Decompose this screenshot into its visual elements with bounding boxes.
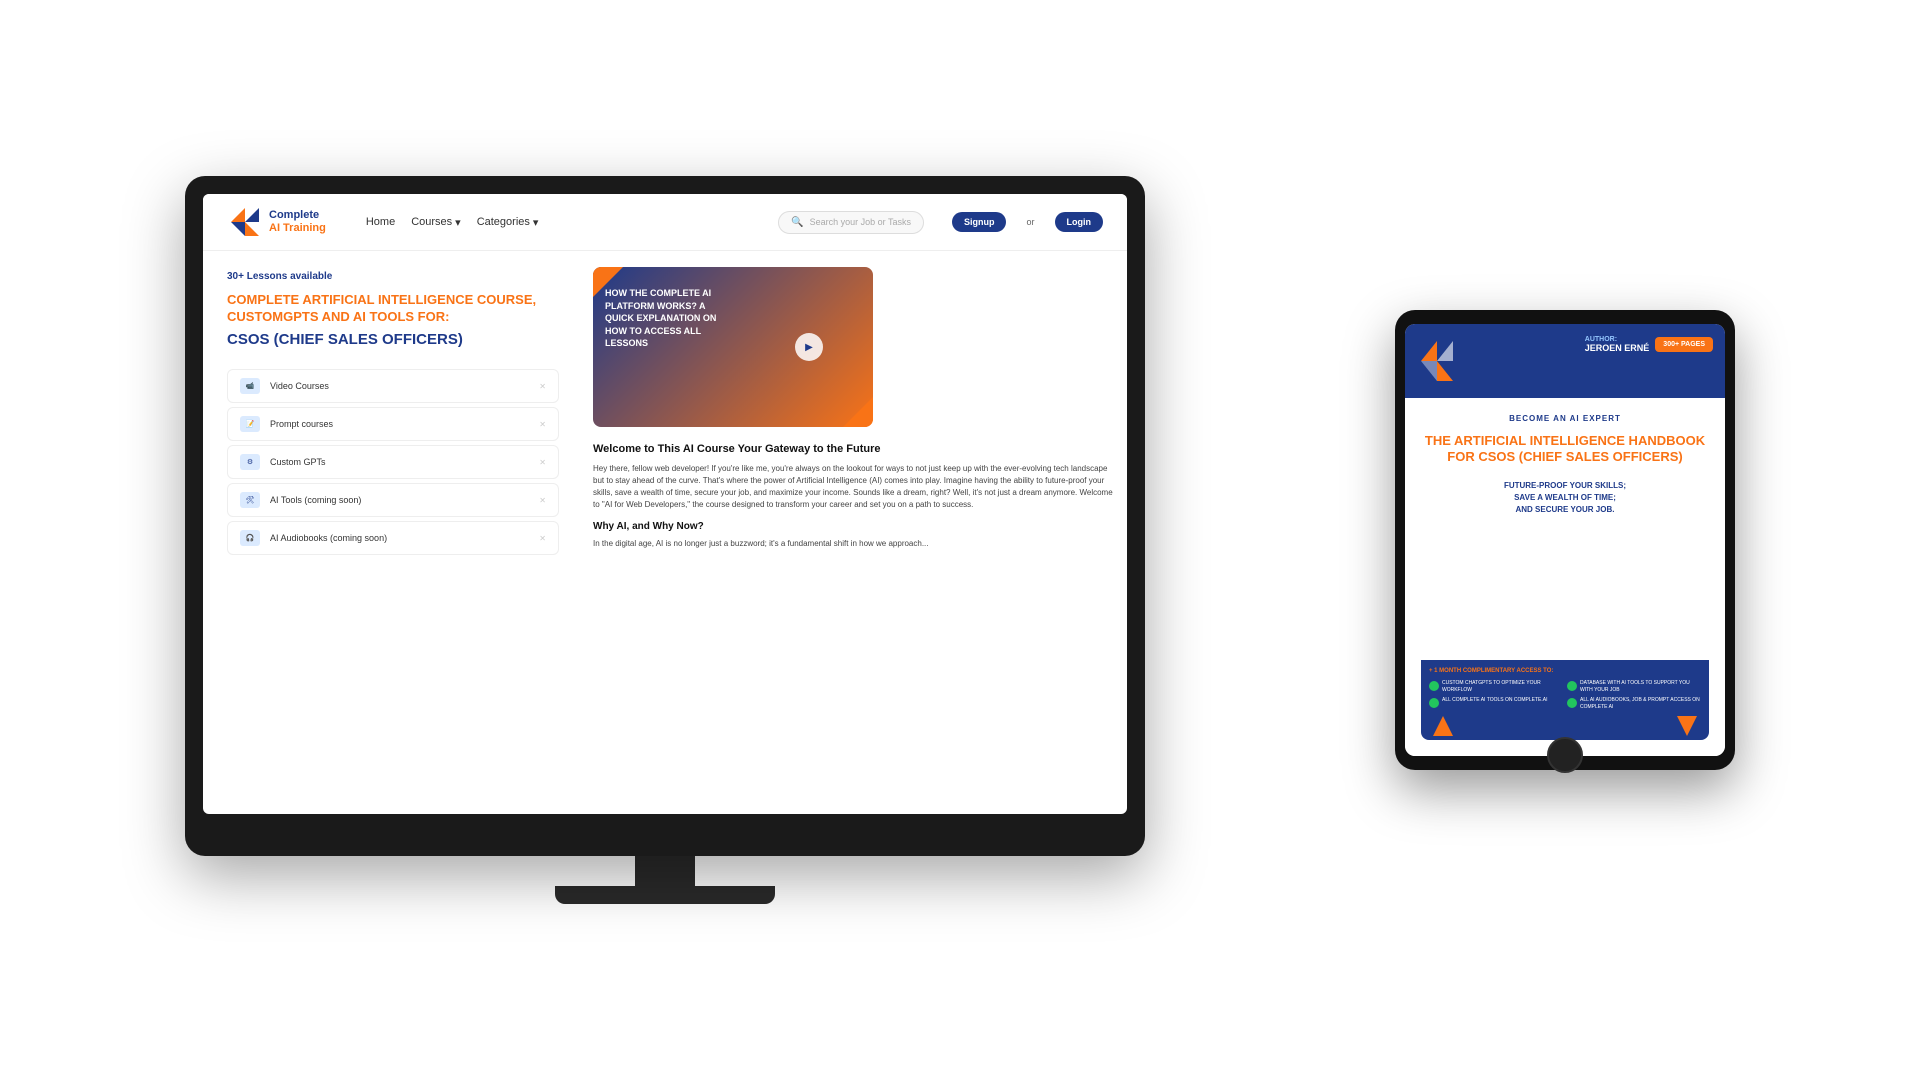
left-panel: 30+ Lessons available COMPLETE ARTIFICIA… xyxy=(203,251,583,814)
login-button[interactable]: Login xyxy=(1055,212,1104,232)
video-overlay-text: HOW THE COMPLETE AI PLATFORM WORKS? A QU… xyxy=(605,287,725,350)
sidebar-item-prompt-courses[interactable]: 📝 Prompt courses ✕ xyxy=(227,407,559,441)
content-heading: Welcome to This AI Course Your Gateway t… xyxy=(593,443,1117,455)
or-label: or xyxy=(1026,217,1034,227)
logo-text: Complete AI Training xyxy=(269,209,326,235)
close-icon-4[interactable]: ✕ xyxy=(539,496,546,505)
tablet-logo-icon xyxy=(1417,336,1457,386)
monitor-wrapper: Complete AI Training Home Courses ▾ Cate… xyxy=(185,176,1145,904)
search-icon: 🔍 xyxy=(791,217,803,228)
close-icon-5[interactable]: ✕ xyxy=(539,534,546,543)
content-paragraph-1: Hey there, fellow web developer! If you'… xyxy=(593,463,1117,511)
lessons-badge: 30+ Lessons available xyxy=(227,271,559,282)
tablet-screen: AUTHOR: JEROEN ERNÉ 300+ PAGES BECOME AN… xyxy=(1405,324,1725,756)
sidebar-item-label: AI Tools (coming soon) xyxy=(270,495,361,505)
tablet-main-title: THE ARTIFICIAL INTELLIGENCE HANDBOOK FOR… xyxy=(1421,433,1709,466)
ai-tools-icon: 🛠 xyxy=(240,492,260,508)
close-icon-3[interactable]: ✕ xyxy=(539,458,546,467)
pages-badge: 300+ PAGES xyxy=(1655,337,1713,352)
chevron-down-icon-2: ▾ xyxy=(533,216,539,229)
site-nav: Complete AI Training Home Courses ▾ Cate… xyxy=(203,194,1127,251)
feature-3: ALL COMPLETE AI TOOLS ON COMPLETE.AI xyxy=(1442,697,1548,704)
logo-line1: Complete xyxy=(269,209,326,222)
author-label: AUTHOR: xyxy=(1585,336,1650,343)
nav-courses-label: Courses xyxy=(411,216,452,228)
nav-categories[interactable]: Categories ▾ xyxy=(477,216,539,229)
author-name: JEROEN ERNÉ xyxy=(1585,343,1650,353)
hero-title-blue: CSOS (CHIEF SALES OFFICERS) xyxy=(227,330,559,350)
deco-br xyxy=(843,397,873,427)
sidebar-items: 📹 Video Courses ✕ 📝 Prompt courses ✕ ⚙ xyxy=(227,369,559,555)
deco-triangle-left xyxy=(1433,716,1453,736)
sidebar-item-custom-gpts[interactable]: ⚙ Custom GPTs ✕ xyxy=(227,445,559,479)
hero-title-orange: COMPLETE ARTIFICIAL INTELLIGENCE COURSE,… xyxy=(227,292,559,326)
sidebar-item-label: Prompt courses xyxy=(270,419,333,429)
nav-links: Home Courses ▾ Categories ▾ xyxy=(366,216,539,229)
content-subheading: Why AI, and Why Now? xyxy=(593,521,1117,532)
close-icon-2[interactable]: ✕ xyxy=(539,420,546,429)
video-thumbnail[interactable]: HOW THE COMPLETE AI PLATFORM WORKS? A QU… xyxy=(593,267,873,427)
tablet-wrapper: AUTHOR: JEROEN ERNÉ 300+ PAGES BECOME AN… xyxy=(1395,310,1735,770)
sidebar-item-label: AI Audiobooks (coming soon) xyxy=(270,533,387,543)
feature-2: DATABASE WITH AI TOOLS TO SUPPORT YOU WI… xyxy=(1580,680,1701,693)
content-paragraph-2: In the digital age, AI is no longer just… xyxy=(593,538,1117,550)
close-icon[interactable]: ✕ xyxy=(539,382,546,391)
monitor-screen: Complete AI Training Home Courses ▾ Cate… xyxy=(203,194,1127,814)
monitor-base xyxy=(555,886,775,904)
tablet-content: BECOME AN AI EXPERT THE ARTIFICIAL INTEL… xyxy=(1405,398,1725,756)
sidebar-item-video-courses[interactable]: 📹 Video Courses ✕ xyxy=(227,369,559,403)
logo-icon xyxy=(227,204,263,240)
feature-1: CUSTOM CHATGPTS TO OPTIMIZE YOUR WORKFLO… xyxy=(1442,680,1563,693)
scene: Complete AI Training Home Courses ▾ Cate… xyxy=(0,0,1920,1080)
tablet: AUTHOR: JEROEN ERNÉ 300+ PAGES BECOME AN… xyxy=(1395,310,1735,770)
site-main: 30+ Lessons available COMPLETE ARTIFICIA… xyxy=(203,251,1127,814)
logo-area: Complete AI Training xyxy=(227,204,326,240)
sidebar-item-audiobooks[interactable]: 🎧 AI Audiobooks (coming soon) ✕ xyxy=(227,521,559,555)
signup-button[interactable]: Signup xyxy=(952,212,1007,232)
become-expert-label: BECOME AN AI EXPERT xyxy=(1509,414,1621,423)
chevron-down-icon: ▾ xyxy=(455,216,461,229)
access-label: + 1 MONTH COMPLIMENTARY ACCESS TO: xyxy=(1429,668,1701,674)
right-panel: HOW THE COMPLETE AI PLATFORM WORKS? A QU… xyxy=(583,251,1127,814)
sidebar-item-label: Video Courses xyxy=(270,381,329,391)
monitor: Complete AI Training Home Courses ▾ Cate… xyxy=(185,176,1145,856)
prompt-courses-icon: 📝 xyxy=(240,416,260,432)
play-button[interactable]: ▶ xyxy=(795,333,823,361)
audiobooks-icon: 🎧 xyxy=(240,530,260,546)
search-placeholder-text: Search your Job or Tasks xyxy=(810,217,911,227)
tablet-home-button[interactable] xyxy=(1547,737,1583,773)
sidebar-item-ai-tools[interactable]: 🛠 AI Tools (coming soon) ✕ xyxy=(227,483,559,517)
content-text: Welcome to This AI Course Your Gateway t… xyxy=(583,443,1127,570)
sidebar-item-label: Custom GPTs xyxy=(270,457,326,467)
video-courses-icon: 📹 xyxy=(240,378,260,394)
deco-triangle-right xyxy=(1677,716,1697,736)
feature-4: ALL AI AUDIOBOOKS, JOB & PROMPT ACCESS O… xyxy=(1580,697,1701,710)
tablet-header: AUTHOR: JEROEN ERNÉ 300+ PAGES xyxy=(1405,324,1725,398)
nav-search-bar[interactable]: 🔍 Search your Job or Tasks xyxy=(778,211,924,234)
nav-home[interactable]: Home xyxy=(366,216,395,228)
logo-line2: AI Training xyxy=(269,222,326,234)
nav-categories-label: Categories xyxy=(477,216,530,228)
monitor-neck xyxy=(635,856,695,886)
tablet-subtitle: FUTURE-PROOF YOUR SKILLS; SAVE A WEALTH … xyxy=(1504,480,1626,516)
custom-gpts-icon: ⚙ xyxy=(240,454,260,470)
nav-courses[interactable]: Courses ▾ xyxy=(411,216,461,229)
